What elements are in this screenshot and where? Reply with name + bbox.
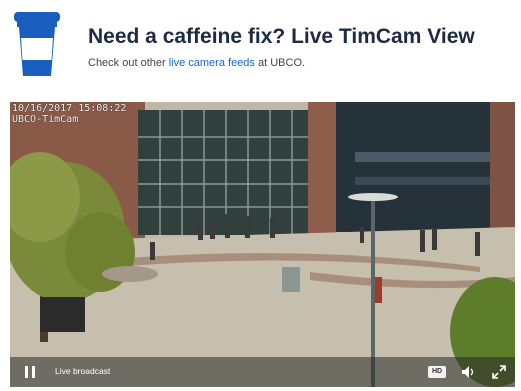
camera-name: UBCO-TimCam xyxy=(12,114,79,125)
video-timestamp: 10/16/2017 15:08:22 xyxy=(12,103,127,114)
video-player[interactable]: 10/16/2017 15:08:22 UBCO-TimCam Live broa… xyxy=(10,102,515,387)
video-overlay: 10/16/2017 15:08:22 UBCO-TimCam xyxy=(12,103,126,125)
pause-button[interactable] xyxy=(24,365,38,379)
page-title: Need a caffeine fix? Live TimCam View xyxy=(88,25,475,48)
fullscreen-icon[interactable] xyxy=(492,365,506,379)
pause-icon xyxy=(32,366,35,378)
live-camera-feeds-link[interactable]: live camera feeds xyxy=(169,57,255,69)
hd-quality-button[interactable]: HD xyxy=(428,366,446,378)
subtitle-text-after: at UBCO. xyxy=(254,57,306,69)
player-control-bar: Live broadcast HD xyxy=(10,357,515,387)
page-header: Need a caffeine fix? Live TimCam View Ch… xyxy=(0,0,521,100)
pause-icon xyxy=(25,366,28,378)
subtitle-text-before: Check out other xyxy=(88,57,169,69)
live-broadcast-label: Live broadcast xyxy=(55,366,111,376)
coffee-cup-icon xyxy=(14,12,60,76)
camera-feed-image xyxy=(10,102,515,387)
page-subtitle: Check out other live camera feeds at UBC… xyxy=(88,57,305,69)
volume-icon[interactable] xyxy=(461,365,477,379)
